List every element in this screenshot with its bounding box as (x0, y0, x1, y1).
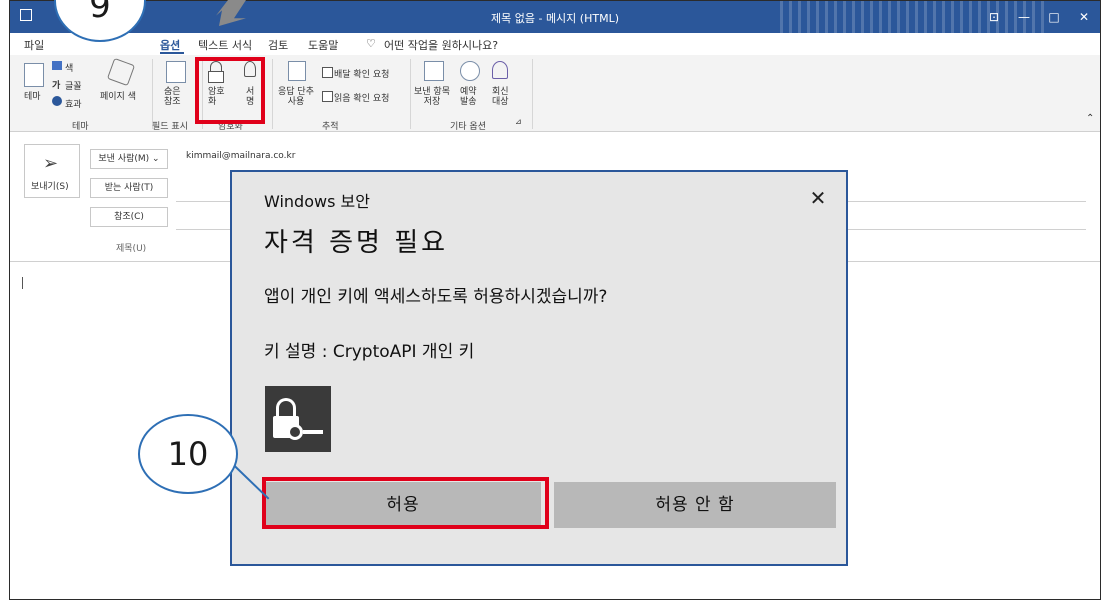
read-checkbox[interactable] (322, 91, 333, 102)
cc-button[interactable]: 참조(C) (90, 207, 168, 227)
to-button[interactable]: 받는 사람(T) (90, 178, 168, 198)
tab-help[interactable]: 도움말 (308, 37, 338, 53)
group-separator (410, 59, 411, 129)
delivery-receipt-label: 배달 확인 요청 (334, 70, 390, 80)
tab-options[interactable]: 옵션 (160, 37, 180, 53)
menu-bar: 파일 옵션 텍스트 서식 검토 도움말 ♡ 어떤 작업을 원하시나요? (10, 33, 1100, 55)
key-description: 키 설명 : CryptoAPI 개인 키 (264, 342, 475, 362)
deny-button[interactable]: 허용 안 함 (554, 482, 836, 528)
ribbon-display-button[interactable]: ⊡ (980, 6, 1008, 28)
send-button[interactable]: ➢ 보내기(S) (24, 144, 80, 198)
voting-button[interactable]: 응답 단추 사용 (278, 87, 314, 107)
group-separator (532, 59, 533, 129)
reply-to-icon (492, 61, 508, 79)
dialog-close-button[interactable]: ✕ (802, 184, 834, 212)
theme-icon[interactable] (24, 63, 44, 87)
key-shaft-icon (303, 430, 323, 434)
group-label-show-fields: 필드 표시 (152, 122, 188, 132)
voting-icon (288, 61, 306, 81)
save-sent-button[interactable]: 보낸 항목 저장 (414, 87, 450, 107)
effects-icon (52, 96, 62, 106)
group-label-theme: 테마 (72, 122, 89, 132)
from-button[interactable]: 보낸 사람(M) ⌄ (90, 149, 168, 169)
from-value: kimmail@mailnara.co.kr (186, 151, 296, 161)
tab-text-format[interactable]: 텍스트 서식 (198, 37, 252, 53)
bcc-button[interactable]: 숨은 참조 (164, 87, 181, 107)
ribbon: 테마 색 가 글꼴 효과 페이지 색 테마 숨은 참조 필드 표시 암호 화 서… (10, 55, 1100, 132)
theme-button-label: 테마 (24, 92, 41, 102)
theme-colors-button[interactable]: 색 (65, 61, 73, 74)
delay-delivery-button[interactable]: 예약 발송 (460, 87, 477, 107)
lightbulb-icon: ♡ (366, 37, 376, 50)
fonts-icon: 가 (52, 81, 61, 91)
group-label-more-options: 기타 옵션 (450, 122, 486, 132)
clock-icon (460, 61, 480, 81)
read-receipt-label: 읽음 확인 요청 (334, 94, 390, 104)
dialog-title: Windows 보안 (264, 192, 370, 211)
bcc-icon[interactable] (166, 61, 186, 83)
key-lock-icon (265, 386, 331, 452)
maximize-button[interactable]: □ (1040, 6, 1068, 28)
reply-to-button[interactable]: 회신 대상 (492, 87, 509, 107)
page-color-button[interactable]: 페이지 색 (100, 89, 136, 102)
send-label: 보내기(S) (31, 182, 69, 192)
tab-review[interactable]: 검토 (268, 37, 288, 53)
theme-effects-button[interactable]: 효과 (65, 97, 82, 110)
delivery-checkbox[interactable] (322, 67, 333, 78)
close-window-button[interactable]: ✕ (1070, 6, 1098, 28)
collapse-ribbon-icon[interactable]: ⌃ (1086, 113, 1094, 124)
step-10-marker: 10 (138, 414, 238, 494)
title-bar: 제목 없음 - 메시지 (HTML) ⊡ — □ ✕ (10, 1, 1100, 33)
colors-icon (52, 61, 62, 70)
group-label-tracking: 추적 (322, 122, 339, 132)
minimize-button[interactable]: — (1010, 6, 1038, 28)
from-label: 보낸 사람(M) (98, 154, 150, 164)
lock-shackle-icon (276, 398, 296, 418)
tab-file[interactable]: 파일 (24, 37, 44, 53)
page-color-icon[interactable] (106, 57, 136, 87)
subject-label: 제목(U) (116, 244, 147, 254)
encrypt-sign-highlight (195, 57, 265, 124)
key-head-icon (287, 424, 303, 440)
dialog-launcher-icon[interactable]: ⊿ (515, 117, 522, 126)
tell-me-search[interactable]: 어떤 작업을 원하시나요? (384, 37, 498, 53)
dialog-message: 앱이 개인 키에 액세스하도록 허용하시겠습니까? (264, 287, 608, 307)
allow-button-highlight (262, 477, 549, 529)
send-icon: ➢ (43, 153, 59, 174)
active-tab-indicator (160, 52, 184, 54)
dialog-heading: 자격 증명 필요 (264, 228, 449, 258)
theme-fonts-button[interactable]: 글꼴 (65, 79, 82, 92)
text-cursor (22, 277, 23, 289)
save-sent-icon (424, 61, 444, 81)
group-separator (272, 59, 273, 129)
